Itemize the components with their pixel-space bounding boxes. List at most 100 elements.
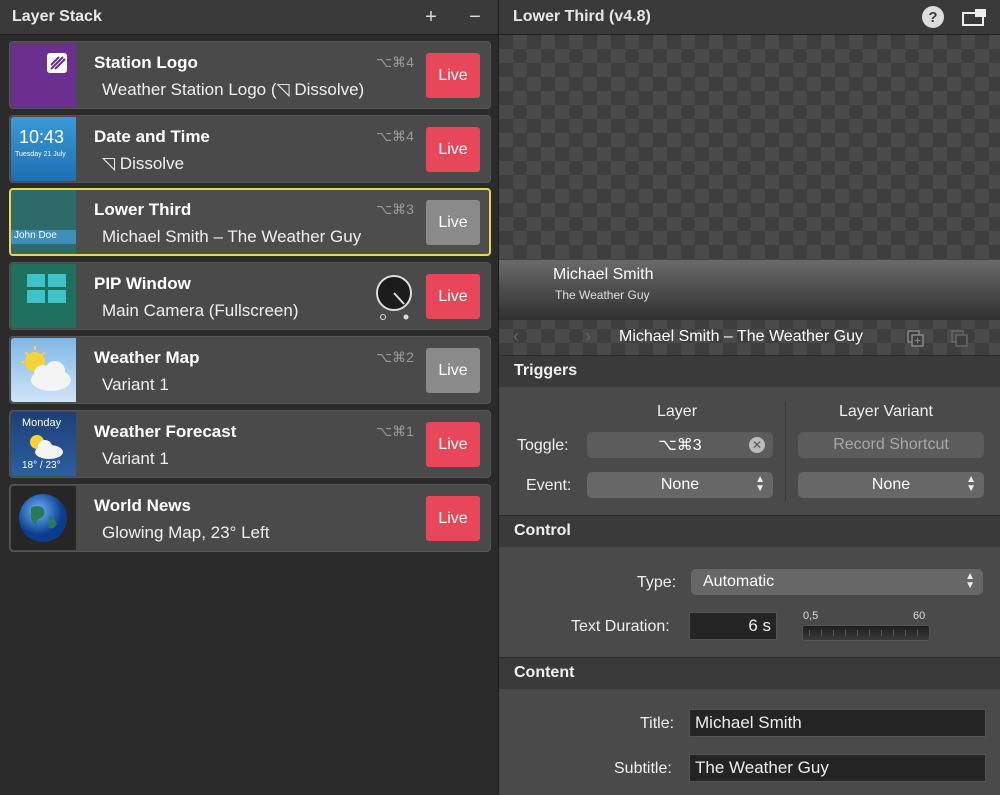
thumb-caption: John Doe	[11, 230, 76, 244]
window-grid-icon	[27, 274, 66, 303]
subtitle-input[interactable]: The Weather Guy	[689, 754, 986, 782]
toggle-shortcut-value: ⌥⌘3	[658, 437, 702, 454]
layer-row-date-time[interactable]: 10:43 Tuesday 21 July Date and Time ◹ Di…	[9, 115, 491, 183]
world-news-thumbnail	[11, 486, 76, 550]
live-button[interactable]: Live	[426, 274, 480, 319]
opacity-knob-icon[interactable]	[374, 273, 416, 321]
layer-event-select[interactable]: None ▲ ▼	[587, 472, 773, 498]
variant-name: Michael Smith – The Weather Guy	[619, 328, 863, 345]
record-shortcut-button[interactable]: Record Shortcut	[798, 432, 984, 458]
layer-name: Lower Third	[94, 200, 192, 219]
chevron-updown-icon: ▲ ▼	[966, 474, 976, 494]
variant-navigator: ‹ › Michael Smith – The Weather Guy	[499, 320, 1000, 356]
content-section: Title: Michael Smith Subtitle: The Weath…	[499, 689, 1000, 795]
toggle-shortcut-field[interactable]: ⌥⌘3 ✕	[587, 432, 773, 458]
chevron-right-icon[interactable]: ›	[585, 326, 591, 347]
weather-forecast-thumbnail: Monday 18° / 23°	[11, 412, 76, 476]
chevron-updown-icon: ▲ ▼	[965, 571, 975, 591]
live-button[interactable]: Live	[426, 53, 480, 98]
delete-variant-icon[interactable]	[951, 330, 969, 348]
layer-shortcut: ⌥⌘4	[376, 128, 414, 144]
live-button[interactable]: Live	[426, 496, 480, 541]
type-value: Automatic	[703, 573, 775, 590]
layer-name: Date and Time	[94, 127, 210, 146]
thumb-date: Tuesday 21 July	[15, 151, 66, 158]
toggle-label: Toggle:	[517, 437, 569, 454]
layer-stack-header: Layer Stack + −	[0, 0, 498, 35]
lower-third-preview: Michael Smith The Weather Guy	[499, 260, 1000, 320]
weather-map-thumbnail	[11, 338, 76, 402]
pip-window-thumbnail	[11, 264, 76, 328]
layer-shortcut: ⌥⌘1	[376, 423, 414, 439]
layer-row-weather-forecast[interactable]: Monday 18° / 23° Weather Forecast Varian…	[9, 410, 491, 478]
thumb-day: Monday	[22, 417, 62, 429]
slider-min-label: 0,5	[803, 610, 819, 622]
layer-detail: Glowing Map, 23° Left	[102, 523, 270, 542]
clear-shortcut-icon[interactable]: ✕	[749, 437, 765, 453]
control-section: Type: Automatic ▲ ▼ Text Duration: 6 s 0,…	[499, 547, 1000, 657]
preview-canvas: Michael Smith The Weather Guy ‹ › Michae…	[499, 35, 1000, 355]
layer-name: World News	[94, 496, 191, 515]
remove-layer-button[interactable]: −	[464, 6, 486, 28]
layer-detail: Main Camera (Fullscreen)	[102, 301, 299, 320]
station-logo-icon	[47, 53, 67, 73]
subtitle-label: Subtitle:	[614, 760, 672, 777]
inspector-panel: Lower Third (v4.8) ? Michael Smith The W…	[498, 0, 1000, 795]
column-divider	[785, 401, 786, 501]
layer-name: Weather Forecast	[94, 422, 237, 441]
detach-window-icon[interactable]	[962, 8, 986, 26]
variant-event-value: None	[871, 476, 911, 493]
thumb-temperature: 18° / 23°	[22, 460, 61, 471]
content-heading: Content	[499, 657, 1000, 689]
layer-row-lower-third[interactable]: John Doe Lower Third Michael Smith – The…	[9, 188, 491, 256]
layer-row-weather-map[interactable]: Weather Map Variant 1 ⌥⌘2 Live	[9, 336, 491, 404]
inspector-header: Lower Third (v4.8) ?	[499, 0, 1000, 35]
layer-detail: Michael Smith – The Weather Guy	[102, 227, 362, 246]
text-duration-label: Text Duration:	[571, 618, 670, 635]
type-select[interactable]: Automatic ▲ ▼	[691, 569, 983, 595]
preview-subtitle: The Weather Guy	[555, 288, 650, 302]
triggers-section: Layer Layer Variant Toggle: ⌥⌘3 ✕ Record…	[499, 387, 1000, 515]
layer-row-world-news[interactable]: World News Glowing Map, 23° Left Live	[9, 484, 491, 552]
help-icon[interactable]: ?	[922, 6, 944, 28]
layer-column-label: Layer	[657, 403, 698, 420]
title-input[interactable]: Michael Smith	[689, 709, 986, 737]
slider-ticks	[809, 630, 923, 636]
add-layer-button[interactable]: +	[420, 6, 442, 28]
layer-shortcut: ⌥⌘2	[376, 349, 414, 365]
triggers-heading: Triggers	[499, 355, 1000, 387]
text-duration-input[interactable]: 6 s	[689, 612, 777, 640]
layer-shortcut: ⌥⌘3	[376, 201, 414, 217]
layer-stack-panel: Layer Stack + − Station Logo Weather Sta…	[0, 0, 498, 795]
type-label: Type:	[637, 574, 677, 591]
globe-icon	[19, 494, 67, 542]
title-label: Title:	[640, 715, 675, 732]
chevron-updown-icon: ▲ ▼	[755, 474, 765, 494]
live-button[interactable]: Live	[426, 127, 480, 172]
sun-cloud-icon	[30, 435, 63, 459]
layer-name: Weather Map	[94, 348, 200, 367]
live-button[interactable]: Live	[426, 422, 480, 467]
preview-name: Michael Smith	[553, 266, 654, 283]
layer-row-station-logo[interactable]: Station Logo Weather Station Logo (◹ Dis…	[9, 41, 491, 109]
layer-variant-column-label: Layer Variant	[839, 403, 933, 420]
layer-shortcut: ⌥⌘4	[376, 54, 414, 70]
layer-detail: Weather Station Logo (◹ Dissolve)	[102, 80, 365, 99]
layer-name: PIP Window	[94, 274, 191, 293]
layer-stack-title: Layer Stack	[12, 8, 102, 25]
layer-event-value: None	[660, 476, 700, 493]
variant-event-select[interactable]: None ▲ ▼	[798, 472, 984, 498]
layer-detail: Variant 1	[102, 375, 169, 394]
layer-name: Station Logo	[94, 53, 198, 72]
chevron-left-icon[interactable]: ‹	[513, 326, 519, 347]
sun-cloud-icon	[21, 346, 71, 391]
thumb-time: 10:43	[19, 127, 65, 147]
text-duration-slider[interactable]	[802, 625, 930, 641]
layer-row-pip-window[interactable]: PIP Window Main Camera (Fullscreen) Live	[9, 262, 491, 330]
live-button[interactable]: Live	[426, 200, 480, 245]
date-time-thumbnail: 10:43 Tuesday 21 July	[11, 117, 76, 181]
layer-detail: Variant 1	[102, 449, 169, 468]
live-button[interactable]: Live	[426, 348, 480, 393]
layer-detail: ◹ Dissolve	[102, 154, 185, 173]
duplicate-variant-icon[interactable]	[907, 330, 925, 348]
